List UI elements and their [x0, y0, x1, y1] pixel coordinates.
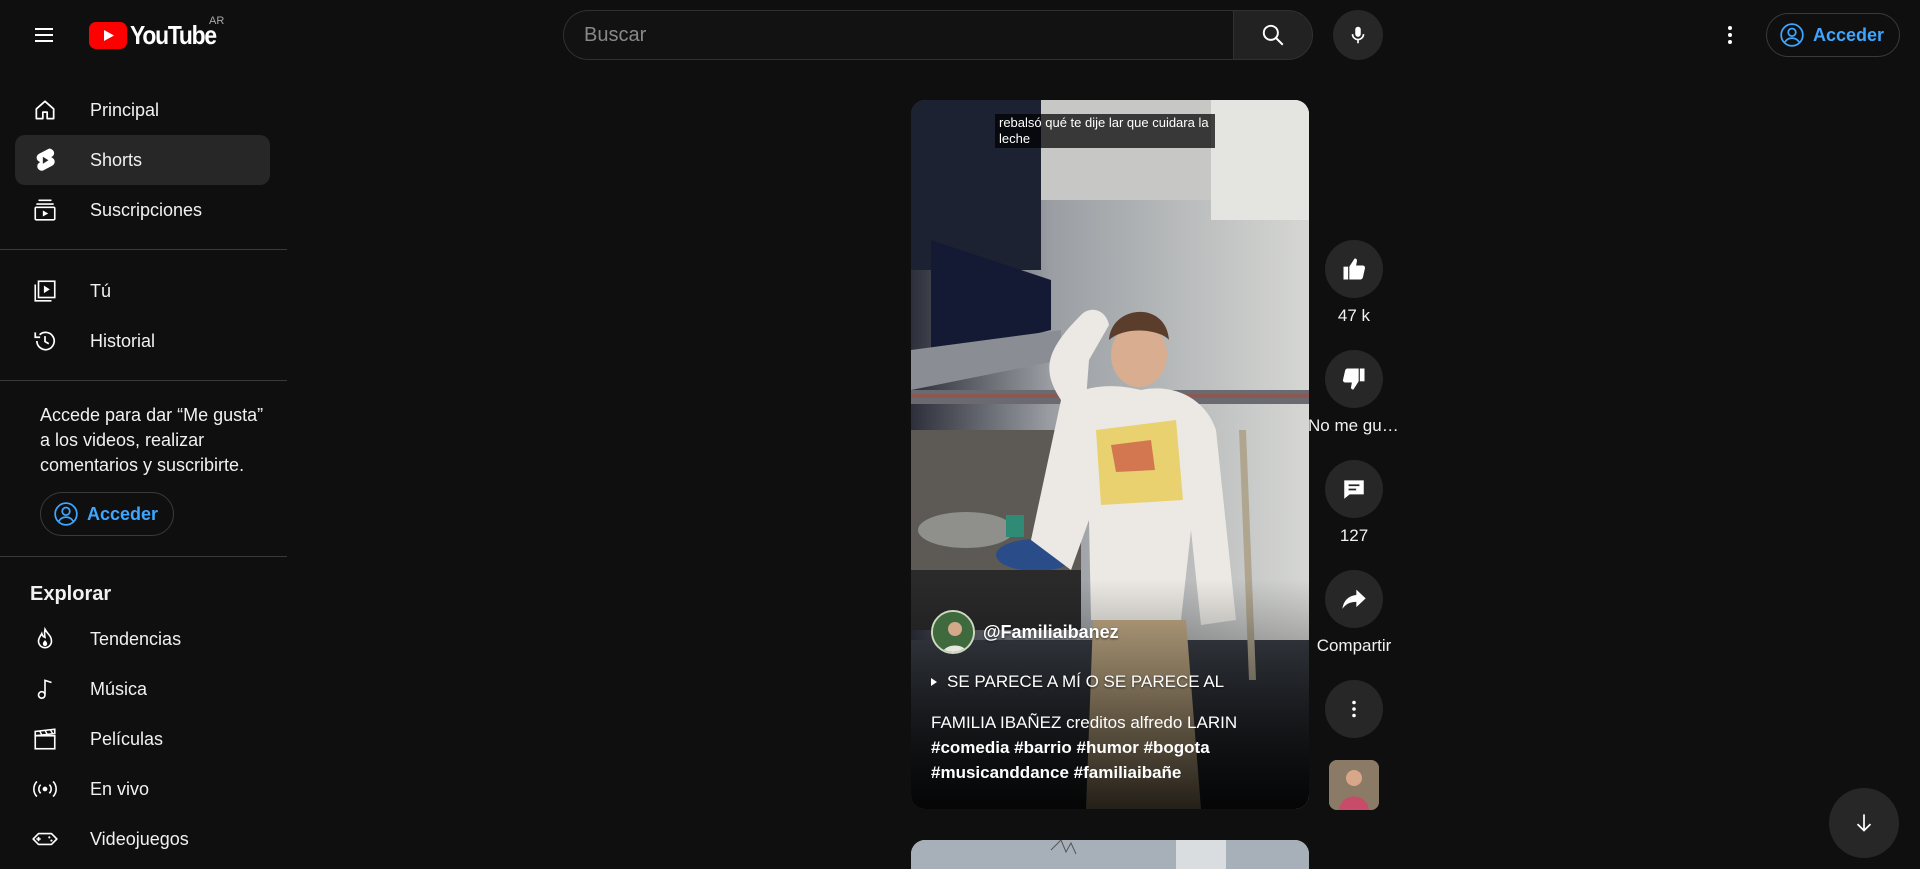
signin-prompt-text: Accede para dar “Me gusta” a los videos,… — [40, 405, 264, 475]
sidebar-divider — [0, 380, 287, 381]
guide-menu-button[interactable] — [20, 11, 68, 59]
youtube-logo[interactable]: YouTube — [89, 19, 228, 51]
shorts-icon — [30, 145, 60, 175]
account-circle-icon — [1780, 23, 1804, 47]
header-signin-button[interactable]: Acceder — [1766, 13, 1900, 57]
more-actions-button[interactable] — [1325, 680, 1383, 738]
sidebar-signin-button[interactable]: Acceder — [40, 492, 174, 536]
channel-handle[interactable]: @Familiaibanez — [983, 622, 1119, 643]
sound-thumbnail[interactable] — [1329, 760, 1379, 810]
sidebar-item-label: Videojuegos — [90, 828, 189, 849]
home-icon — [30, 95, 60, 125]
live-icon — [30, 774, 60, 804]
thumbs-down-icon — [1342, 368, 1365, 390]
sidebar-item-label: Suscripciones — [90, 199, 203, 220]
settings-menu-button[interactable] — [1706, 11, 1754, 59]
sound-link[interactable]: SE PARECE A MÍ O SE PARECE AL — [931, 672, 1224, 692]
sidebar-item-label: Historial — [90, 330, 156, 351]
sidebar-item-label: Shorts — [90, 149, 143, 170]
trending-icon — [30, 624, 60, 654]
sidebar-item-label: Música — [90, 678, 148, 699]
share-label: Compartir — [1316, 636, 1392, 655]
sidebar-item-label: En vivo — [90, 778, 150, 799]
sidebar-item-historial[interactable]: Historial — [15, 316, 270, 366]
sidebar-item-label: Tendencias — [90, 628, 182, 649]
description-hashtags[interactable]: #comedia #barrio #humor #bogota #musican… — [931, 738, 1210, 782]
history-icon — [30, 326, 60, 356]
region-code: AR — [209, 15, 225, 27]
search-input[interactable] — [563, 10, 1233, 60]
youtube-play-logo-icon — [89, 21, 127, 49]
sidebar-item-en-vivo[interactable]: En vivo — [15, 764, 270, 814]
sidebar-item-shorts[interactable]: Shorts — [15, 135, 270, 185]
thumbs-up-icon — [1343, 258, 1366, 280]
dislike-label: No me gusta — [1308, 416, 1400, 435]
sidebar-item-tu[interactable]: Tú — [15, 266, 270, 316]
channel-avatar-image — [933, 612, 973, 652]
explore-section-title: Explorar — [30, 583, 112, 605]
voice-search-button[interactable] — [1333, 10, 1383, 60]
comment-icon — [1344, 480, 1364, 499]
microphone-icon — [1351, 26, 1365, 44]
next-short-preview[interactable] — [911, 840, 1309, 869]
sidebar-item-label: Principal — [90, 99, 160, 120]
sidebar-item-label: Películas — [90, 728, 164, 749]
gaming-icon — [30, 824, 60, 854]
search-box — [563, 10, 1313, 60]
more-vertical-icon — [1728, 26, 1732, 44]
comments-button[interactable] — [1325, 460, 1383, 518]
play-sound-icon — [931, 678, 937, 686]
music-icon — [30, 674, 60, 704]
sidebar-signin-label: Acceder — [87, 503, 159, 524]
sidebar-item-musica[interactable]: Música — [15, 664, 270, 714]
channel-avatar[interactable] — [931, 610, 975, 654]
top-bar: YouTube AR Acceder — [0, 0, 1920, 70]
like-count: 47 k — [1337, 306, 1371, 325]
logo-wordmark: YouTube — [130, 19, 217, 50]
your-channel-icon — [30, 276, 60, 306]
dislike-button[interactable] — [1325, 350, 1383, 408]
more-vertical-icon — [1352, 700, 1356, 718]
guide-sidebar: Principal Shorts Suscripciones Tú Histor… — [0, 70, 287, 869]
like-button[interactable] — [1325, 240, 1383, 298]
comment-count: 127 — [1339, 526, 1369, 545]
header-signin-label: Acceder — [1813, 24, 1885, 45]
sound-thumbnail-image — [1329, 760, 1379, 810]
share-arrow-icon — [1342, 589, 1366, 609]
short-video-player[interactable]: rebalsó qué te dije lar que cuidara la l… — [911, 100, 1309, 809]
arrow-down-icon — [1856, 814, 1872, 832]
search-icon — [1262, 24, 1284, 46]
sidebar-divider — [0, 249, 287, 250]
sidebar-divider — [0, 556, 287, 557]
video-caption: rebalsó qué te dije lar que cuidara la l… — [995, 114, 1215, 148]
next-short-button[interactable] — [1829, 788, 1899, 858]
hamburger-icon — [35, 28, 53, 42]
sidebar-item-tendencias[interactable]: Tendencias — [15, 614, 270, 664]
share-button[interactable] — [1325, 570, 1383, 628]
sound-title: SE PARECE A MÍ O SE PARECE AL — [947, 672, 1225, 691]
next-short-thumbnail — [911, 840, 1309, 869]
video-description[interactable]: FAMILIA IBAÑEZ creditos alfredo LARIN #c… — [931, 710, 1291, 785]
channel-info[interactable]: @Familiaibanez — [931, 610, 1119, 654]
account-circle-icon — [54, 502, 78, 526]
subscriptions-icon — [30, 195, 60, 225]
sidebar-item-suscripciones[interactable]: Suscripciones — [15, 185, 270, 235]
sidebar-item-label: Tú — [90, 280, 112, 301]
sidebar-item-principal[interactable]: Principal — [15, 85, 270, 135]
description-text: FAMILIA IBAÑEZ creditos alfredo LARIN — [931, 713, 1238, 732]
sidebar-item-videojuegos[interactable]: Videojuegos — [15, 814, 270, 864]
movies-icon — [30, 724, 60, 754]
search-button[interactable] — [1233, 10, 1313, 60]
sidebar-item-peliculas[interactable]: Películas — [15, 714, 270, 764]
